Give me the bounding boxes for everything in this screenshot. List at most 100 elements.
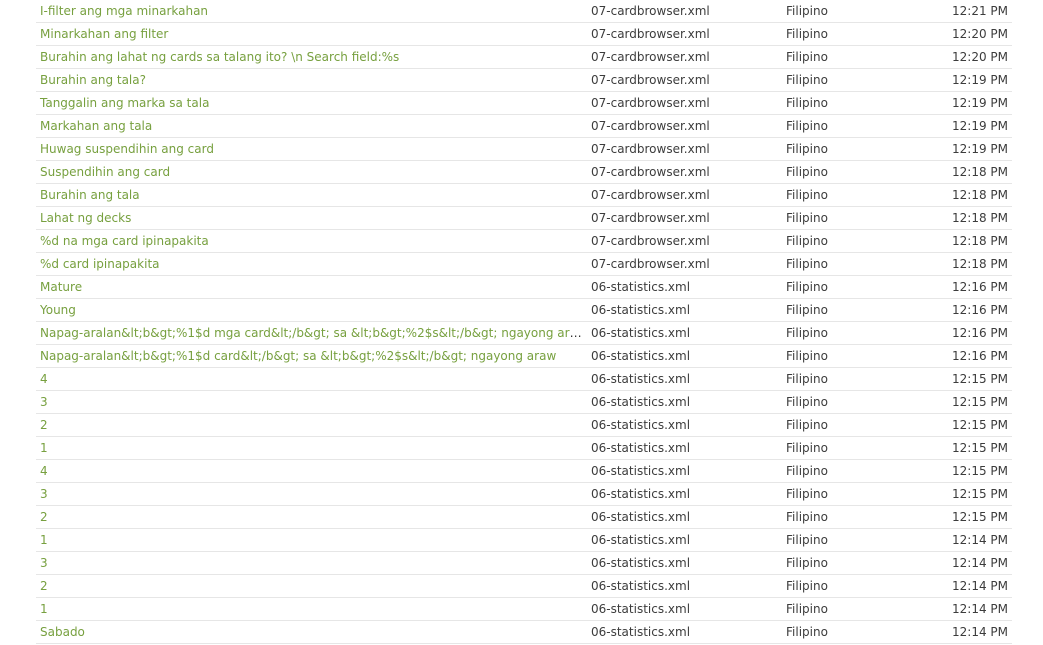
string-cell: 4 — [36, 459, 587, 483]
timestamp-cell: 12:16 PM — [902, 321, 1012, 345]
timestamp-cell: 12:15 PM — [902, 436, 1012, 460]
string-link[interactable]: 1 — [40, 441, 48, 455]
table-row: Burahin ang tala? 07-cardbrowser.xml Filip… — [36, 68, 1012, 92]
timestamp-cell: 12:19 PM — [902, 114, 1012, 138]
table-row: Lahat ng decks 07-cardbrowser.xml Filipino… — [36, 206, 1012, 230]
string-cell: I-filter ang mga minarkahan — [36, 0, 587, 23]
language-cell: Filipino — [782, 413, 902, 437]
string-link[interactable]: %d card ipinapakita — [40, 257, 160, 271]
timestamp-cell: 12:18 PM — [902, 183, 1012, 207]
string-link[interactable]: 2 — [40, 510, 48, 524]
string-link[interactable]: 4 — [40, 464, 48, 478]
file-cell: 07-cardbrowser.xml — [587, 68, 782, 92]
string-link[interactable]: 1 — [40, 602, 48, 616]
string-cell: Napag-aralan&lt;b&gt;%1$d mga card&lt;/b… — [36, 321, 587, 345]
string-link[interactable]: Burahin ang tala — [40, 188, 140, 202]
string-link[interactable]: 4 — [40, 372, 48, 386]
string-cell: 1 — [36, 436, 587, 460]
string-link[interactable]: Minarkahan ang filter — [40, 27, 168, 41]
string-link[interactable]: 2 — [40, 418, 48, 432]
table-row: 2 06-statistics.xml Filipino 12:15 PM — [36, 413, 1012, 437]
string-link[interactable]: Burahin ang lahat ng cards sa talang ito… — [40, 50, 399, 64]
file-cell: 06-statistics.xml — [587, 597, 782, 621]
string-cell: Burahin ang lahat ng cards sa talang ito… — [36, 45, 587, 69]
activity-table-body: I-filter ang mga minarkahan 07-cardbrowse… — [36, 0, 1012, 644]
activity-table: I-filter ang mga minarkahan 07-cardbrowse… — [36, 0, 1012, 644]
file-cell: 06-statistics.xml — [587, 275, 782, 299]
table-row: Burahin ang tala 07-cardbrowser.xml Filipi… — [36, 183, 1012, 207]
string-link[interactable]: Suspendihin ang card — [40, 165, 170, 179]
file-cell: 07-cardbrowser.xml — [587, 252, 782, 276]
string-link[interactable]: 3 — [40, 487, 48, 501]
string-cell: 2 — [36, 574, 587, 598]
string-link[interactable]: Mature — [40, 280, 82, 294]
timestamp-cell: 12:16 PM — [902, 298, 1012, 322]
string-link[interactable]: Lahat ng decks — [40, 211, 131, 225]
string-cell: 1 — [36, 528, 587, 552]
string-link[interactable]: Markahan ang tala — [40, 119, 152, 133]
timestamp-cell: 12:18 PM — [902, 229, 1012, 253]
file-cell: 07-cardbrowser.xml — [587, 0, 782, 23]
string-cell: Napag-aralan&lt;b&gt;%1$d card&lt;/b&gt;… — [36, 344, 587, 368]
timestamp-cell: 12:15 PM — [902, 505, 1012, 529]
file-cell: 06-statistics.xml — [587, 528, 782, 552]
timestamp-cell: 12:15 PM — [902, 413, 1012, 437]
timestamp-cell: 12:20 PM — [902, 45, 1012, 69]
string-link[interactable]: Tanggalin ang marka sa tala — [40, 96, 209, 110]
language-cell: Filipino — [782, 275, 902, 299]
table-row: 1 06-statistics.xml Filipino 12:15 PM — [36, 436, 1012, 460]
table-row: 1 06-statistics.xml Filipino 12:14 PM — [36, 528, 1012, 552]
string-link[interactable]: Young — [40, 303, 76, 317]
table-row: Sabado 06-statistics.xml Filipino 12:14 PM — [36, 620, 1012, 644]
table-row: 4 06-statistics.xml Filipino 12:15 PM — [36, 367, 1012, 391]
language-cell: Filipino — [782, 620, 902, 644]
string-link[interactable]: Sabado — [40, 625, 85, 639]
timestamp-cell: 12:14 PM — [902, 574, 1012, 598]
language-cell: Filipino — [782, 160, 902, 184]
language-cell: Filipino — [782, 574, 902, 598]
string-link[interactable]: I-filter ang mga minarkahan — [40, 4, 208, 18]
timestamp-cell: 12:15 PM — [902, 482, 1012, 506]
string-cell: Burahin ang tala? — [36, 68, 587, 92]
table-row: Mature 06-statistics.xml Filipino 12:16 PM — [36, 275, 1012, 299]
table-row: Huwag suspendihin ang card 07-cardbrowser… — [36, 137, 1012, 161]
string-link[interactable]: Napag-aralan&lt;b&gt;%1$d card&lt;/b&gt;… — [40, 349, 556, 363]
timestamp-cell: 12:14 PM — [902, 597, 1012, 621]
file-cell: 06-statistics.xml — [587, 367, 782, 391]
timestamp-cell: 12:14 PM — [902, 620, 1012, 644]
string-cell: %d na mga card ipinapakita — [36, 229, 587, 253]
file-cell: 06-statistics.xml — [587, 574, 782, 598]
string-link[interactable]: 2 — [40, 579, 48, 593]
language-cell: Filipino — [782, 68, 902, 92]
string-link[interactable]: Burahin ang tala? — [40, 73, 146, 87]
string-cell: Mature — [36, 275, 587, 299]
table-row: I-filter ang mga minarkahan 07-cardbrowse… — [36, 0, 1012, 23]
timestamp-cell: 12:20 PM — [902, 22, 1012, 46]
language-cell: Filipino — [782, 298, 902, 322]
string-link[interactable]: 3 — [40, 556, 48, 570]
string-cell: Tanggalin ang marka sa tala — [36, 91, 587, 115]
file-cell: 07-cardbrowser.xml — [587, 137, 782, 161]
language-cell: Filipino — [782, 390, 902, 414]
string-link[interactable]: Napag-aralan&lt;b&gt;%1$d mga card&lt;/b… — [40, 326, 587, 340]
string-cell: 2 — [36, 505, 587, 529]
string-link[interactable]: 1 — [40, 533, 48, 547]
timestamp-cell: 12:18 PM — [902, 160, 1012, 184]
language-cell: Filipino — [782, 114, 902, 138]
string-cell: 1 — [36, 597, 587, 621]
table-row: Minarkahan ang filter 07-cardbrowser.xml F… — [36, 22, 1012, 46]
timestamp-cell: 12:15 PM — [902, 390, 1012, 414]
file-cell: 06-statistics.xml — [587, 620, 782, 644]
language-cell: Filipino — [782, 137, 902, 161]
language-cell: Filipino — [782, 229, 902, 253]
string-link[interactable]: %d na mga card ipinapakita — [40, 234, 209, 248]
table-row: 3 06-statistics.xml Filipino 12:15 PM — [36, 390, 1012, 414]
string-cell: Suspendihin ang card — [36, 160, 587, 184]
table-row: Markahan ang tala 07-cardbrowser.xml Filip… — [36, 114, 1012, 138]
language-cell: Filipino — [782, 0, 902, 23]
timestamp-cell: 12:15 PM — [902, 459, 1012, 483]
string-link[interactable]: 3 — [40, 395, 48, 409]
string-link[interactable]: Huwag suspendihin ang card — [40, 142, 214, 156]
timestamp-cell: 12:19 PM — [902, 68, 1012, 92]
language-cell: Filipino — [782, 528, 902, 552]
